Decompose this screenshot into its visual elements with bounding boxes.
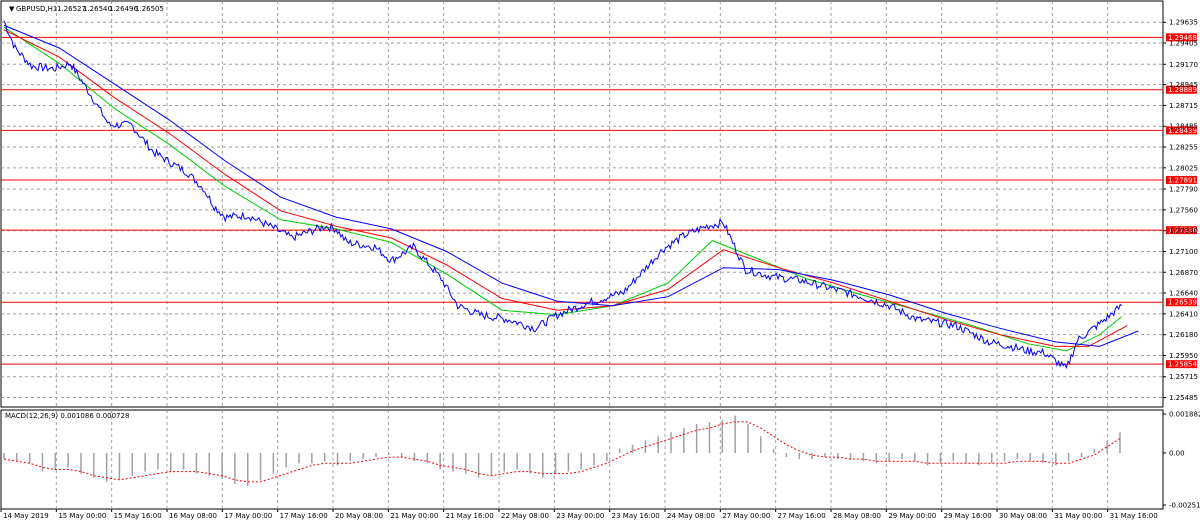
y-tick-label: 1.27790 [1169,186,1198,194]
y-tick-label: 1.25485 [1169,394,1198,402]
y-tick-label: 1.27100 [1169,248,1198,256]
x-tick-label: 27 May 16:00 [778,512,826,520]
macd-y-tick-label: -0.002516 [1169,502,1200,510]
y-tick-label: 1.26180 [1169,331,1198,339]
x-tick-label: 27 May 00:00 [722,512,770,520]
y-tick-label: 1.26410 [1169,310,1198,318]
ohlc-high: 1.26540 [83,5,112,13]
y-tick-label: 1.29405 [1169,40,1198,48]
y-tick-label: 1.25950 [1169,352,1198,360]
macd-y-tick-label: 0.00 [1169,449,1185,457]
x-tick-label: 21 May 00:00 [390,512,438,520]
x-tick-label: 29 May 00:00 [888,512,936,520]
x-tick-label: 23 May 16:00 [612,512,660,520]
y-tick-label: 1.25715 [1169,373,1198,381]
y-tick-label: 1.28485 [1169,123,1198,131]
chart-background [0,0,1200,523]
y-tick-label: 1.26870 [1169,269,1198,277]
x-tick-label: 23 May 00:00 [556,512,604,520]
x-tick-label: 31 May 00:00 [1054,512,1102,520]
level-label: 1.27891 [1168,176,1197,184]
y-tick-label: 1.28945 [1169,81,1198,89]
x-tick-label: 24 May 08:00 [667,512,715,520]
trading-chart[interactable]: 1.294681.288891.284391.278911.273361.265… [0,0,1200,523]
x-tick-label: 29 May 16:00 [944,512,992,520]
macd-y-tick-label: 0.001882 [1169,411,1200,419]
x-tick-label: 15 May 16:00 [114,512,162,520]
y-tick-label: 1.28255 [1169,144,1198,152]
x-tick-label: 17 May 16:00 [280,512,328,520]
macd-label: MACD(12,26,9) 0.001086 0.000728 [5,412,129,420]
level-label: 1.26539 [1168,299,1197,307]
x-tick-label: 31 May 16:00 [1110,512,1158,520]
y-tick-label: 1.27330 [1169,227,1198,235]
x-tick-label: 22 May 08:00 [501,512,549,520]
x-tick-label: 16 May 08:00 [169,512,217,520]
symbol-dropdown-icon[interactable]: ▼ [9,5,15,13]
symbol-label: GBPUSD,H1 [16,5,57,13]
ohlc-open: 1.26527 [57,5,86,13]
x-tick-label: 17 May 00:00 [224,512,272,520]
y-tick-label: 1.26640 [1169,290,1198,298]
y-tick-label: 1.28715 [1169,102,1198,110]
x-tick-label: 21 May 16:00 [446,512,494,520]
x-tick-label: 28 May 08:00 [833,512,881,520]
y-tick-label: 1.29170 [1169,61,1198,69]
y-tick-label: 1.29635 [1169,19,1198,27]
y-tick-label: 1.27560 [1169,206,1198,214]
level-label: 1.25854 [1168,361,1197,369]
ohlc-close: 1.26505 [135,5,164,13]
x-tick-label: 15 May 00:00 [58,512,106,520]
x-tick-label: 14 May 2019 [3,512,49,520]
y-tick-label: 1.28025 [1169,164,1198,172]
x-tick-label: 30 May 08:00 [999,512,1047,520]
x-tick-label: 20 May 08:00 [335,512,383,520]
